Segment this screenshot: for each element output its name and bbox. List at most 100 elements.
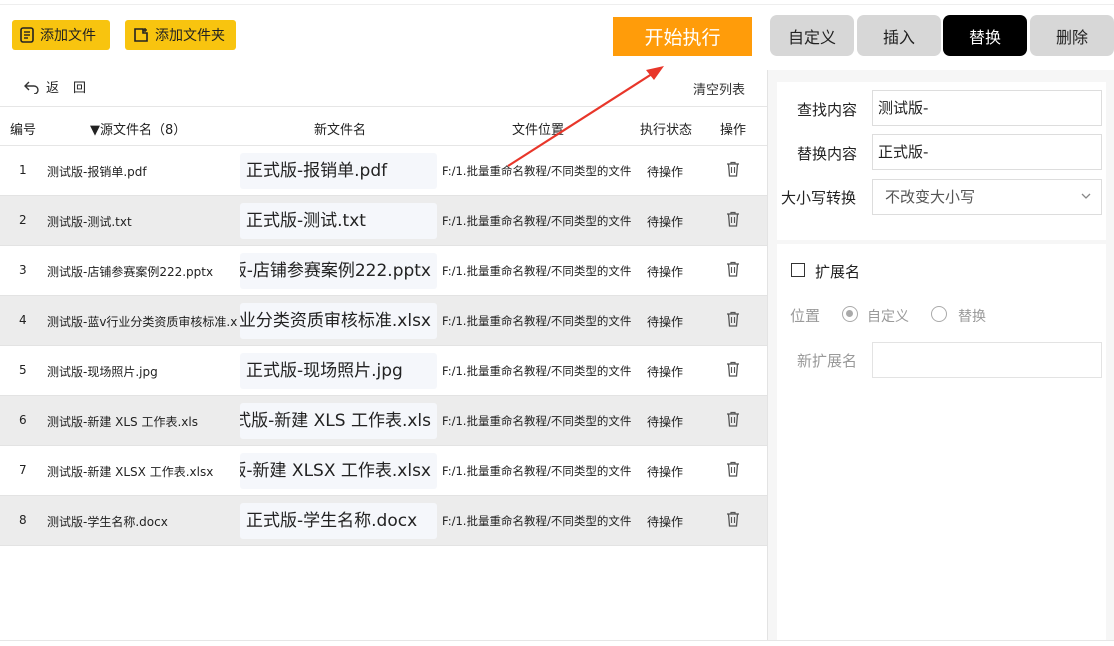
status-text: 待操作 [647, 515, 684, 529]
tab-custom-label: 自定义 [787, 27, 836, 47]
status-text: 待操作 [647, 215, 684, 229]
add-folder-label: 添加文件夹 [155, 28, 225, 44]
top-divider [0, 4, 1114, 5]
tab-custom[interactable]: 自定义 [770, 15, 854, 56]
file-icon [20, 27, 34, 43]
back-button[interactable]: 返 回 [24, 77, 86, 96]
col-number: 编号 [10, 123, 37, 138]
source-filename: 测试版-新建 XLS 工作表.xls [47, 415, 198, 429]
case-label: 大小写转换 [781, 189, 857, 207]
delete-icon[interactable] [726, 411, 740, 431]
new-filename-text: 正式版-新建 XLS 工作表.xls [240, 411, 431, 431]
file-location: F:/1.批量重命名教程/不同类型的文件 [442, 414, 632, 428]
file-location: F:/1.批量重命名教程/不同类型的文件 [442, 514, 632, 528]
source-filename: 测试版-店铺参赛案例222.pptx [47, 265, 214, 279]
new-filename: 正式版-店铺参赛案例222.pptx [240, 253, 437, 289]
table-row[interactable]: 3 测试版-店铺参赛案例222.pptx 正式版-店铺参赛案例222.pptx F:/… [0, 246, 767, 296]
table-row[interactable]: 1 测试版-报销单.pdf 正式版-报销单.pdf F:/1.批量重命名教程/不同类型… [0, 146, 767, 196]
new-filename: 正式版-现场照片.jpg [240, 353, 437, 389]
delete-icon[interactable] [726, 461, 740, 481]
row-number: 2 [19, 213, 27, 227]
start-button[interactable]: 开始执行 [613, 17, 752, 56]
table-row[interactable]: 2 测试版-测试.txt 正式版-测试.txt F:/1.批量重命名教程/不同类型的文… [0, 196, 767, 246]
file-location: F:/1.批量重命名教程/不同类型的文件 [442, 164, 632, 178]
new-filename: 正式版-蓝v行业分类资质审核标准.xlsx [240, 303, 437, 339]
row-number: 8 [19, 513, 27, 527]
delete-icon[interactable] [726, 511, 740, 531]
table-header: 编号 ▼源文件名（8） 新文件名 文件位置 执行状态 操作 [0, 106, 767, 146]
row-number: 3 [19, 263, 27, 277]
col-status: 执行状态 [640, 123, 693, 138]
table-row[interactable]: 6 测试版-新建 XLS 工作表.xls 正式版-新建 XLS 工作表.xls F:/… [0, 396, 767, 446]
radio-replace-label: 替换 [958, 309, 986, 325]
delete-icon[interactable] [726, 161, 740, 181]
add-file-label: 添加文件 [40, 28, 96, 44]
col-new-name: 新文件名 [314, 123, 367, 138]
new-filename: 正式版-新建 XLSX 工作表.xlsx [240, 453, 437, 489]
delete-icon[interactable] [726, 361, 740, 381]
back-arrow-icon [24, 81, 39, 94]
status-text: 待操作 [647, 365, 684, 379]
table-row[interactable]: 5 测试版-现场照片.jpg 正式版-现场照片.jpg F:/1.批量重命名教程/不同… [0, 346, 767, 396]
new-extension-label: 新扩展名 [797, 352, 858, 370]
case-select[interactable]: 不改变大小写 [872, 179, 1102, 215]
tab-delete-label: 删除 [1055, 27, 1088, 47]
table-row[interactable]: 8 测试版-学生名称.docx 正式版-学生名称.docx F:/1.批量重命名教程/… [0, 496, 767, 546]
file-location: F:/1.批量重命名教程/不同类型的文件 [442, 464, 632, 478]
extension-settings-card [777, 244, 1106, 640]
extension-checkbox[interactable] [791, 263, 805, 277]
row-number: 7 [19, 463, 27, 477]
new-filename-text: 正式版-蓝v行业分类资质审核标准.xlsx [240, 311, 431, 331]
table-row[interactable]: 7 测试版-新建 XLSX 工作表.xlsx 正式版-新建 XLSX 工作表.xls… [0, 446, 767, 496]
col-source-name[interactable]: ▼源文件名（8） [90, 119, 186, 138]
status-text: 待操作 [647, 465, 684, 479]
radio-replace[interactable] [931, 306, 947, 322]
row-number: 4 [19, 313, 27, 327]
clear-list-button[interactable]: 清空列表 [693, 79, 745, 98]
new-extension-input[interactable] [872, 342, 1102, 378]
row-number: 1 [19, 163, 27, 177]
chevron-down-icon [1081, 193, 1091, 199]
find-label: 查找内容 [797, 101, 858, 119]
row-number: 6 [19, 413, 27, 427]
source-filename: 测试版-报销单.pdf [47, 165, 147, 179]
position-label: 位置 [790, 307, 821, 325]
back-label: 返 [46, 81, 60, 96]
replace-input[interactable]: 正式版- [872, 134, 1102, 170]
file-location: F:/1.批量重命名教程/不同类型的文件 [442, 314, 632, 328]
tab-insert[interactable]: 插入 [857, 15, 941, 56]
replace-label: 替换内容 [797, 145, 858, 163]
delete-icon[interactable] [726, 261, 740, 281]
source-filename: 测试版-现场照片.jpg [47, 365, 158, 379]
source-filename: 测试版-学生名称.docx [47, 515, 168, 529]
new-filename: 正式版-新建 XLS 工作表.xls [240, 403, 437, 439]
tab-replace[interactable]: 替换 [943, 15, 1027, 56]
source-filename: 测试版-测试.txt [47, 215, 132, 229]
start-label: 开始执行 [644, 27, 721, 49]
status-text: 待操作 [647, 315, 684, 329]
find-input[interactable]: 测试版- [872, 90, 1102, 126]
tab-delete[interactable]: 删除 [1030, 15, 1114, 56]
add-file-button[interactable]: 添加文件 [12, 20, 110, 50]
file-location: F:/1.批量重命名教程/不同类型的文件 [442, 214, 632, 228]
status-text: 待操作 [647, 265, 684, 279]
row-number: 5 [19, 363, 27, 377]
new-filename-text: 正式版-现场照片.jpg [246, 361, 403, 381]
radio-custom[interactable] [842, 306, 858, 322]
tab-insert-label: 插入 [882, 27, 915, 47]
new-filename: 正式版-报销单.pdf [240, 153, 437, 189]
delete-icon[interactable] [726, 311, 740, 331]
bottom-divider [0, 640, 1114, 641]
new-filename: 正式版-测试.txt [240, 203, 437, 239]
col-location: 文件位置 [512, 123, 565, 138]
status-text: 待操作 [647, 415, 684, 429]
new-filename-text: 正式版-测试.txt [246, 211, 366, 231]
file-location: F:/1.批量重命名教程/不同类型的文件 [442, 364, 632, 378]
new-filename-text: 正式版-报销单.pdf [246, 161, 388, 181]
tab-replace-label: 替换 [968, 27, 1001, 47]
folder-add-icon [134, 28, 148, 42]
add-folder-button[interactable]: 添加文件夹 [125, 20, 236, 50]
col-actions: 操作 [720, 123, 747, 138]
delete-icon[interactable] [726, 211, 740, 231]
table-row[interactable]: 4 测试版-蓝v行业分类资质审核标准.xlsx正式版-蓝v行业分类资质审核标准.x… [0, 296, 767, 346]
